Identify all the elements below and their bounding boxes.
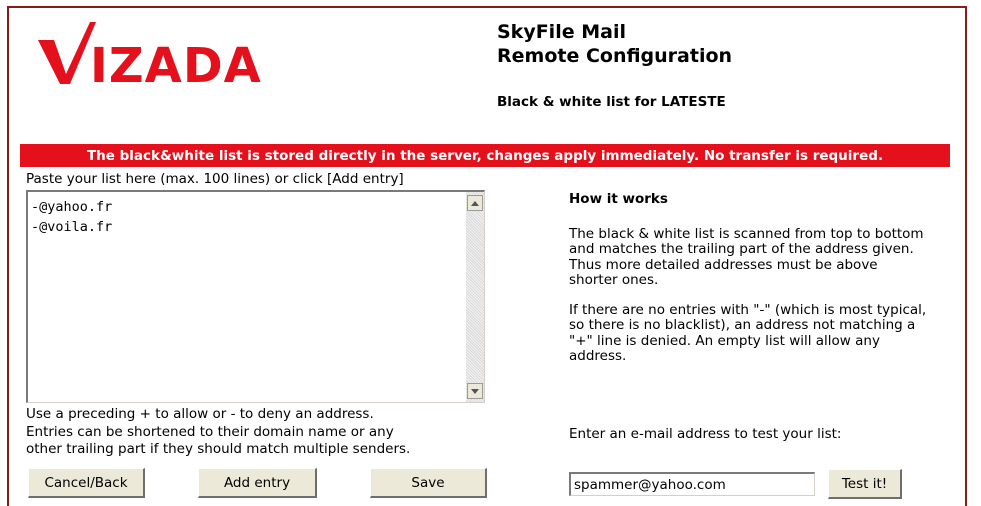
- scroll-up-button[interactable]: [467, 195, 483, 211]
- notice-bar: The black&white list is stored directly …: [20, 144, 950, 167]
- test-label: Enter an e-mail address to test your lis…: [569, 426, 842, 442]
- vizada-logo: IZADA: [32, 18, 282, 94]
- scrollbar[interactable]: [466, 192, 484, 402]
- how-it-works-paragraph: The black & white list is scanned from t…: [569, 226, 924, 288]
- add-entry-button[interactable]: Add entry: [198, 468, 317, 498]
- how-it-works-title: How it works: [569, 191, 668, 207]
- save-button[interactable]: Save: [370, 468, 487, 498]
- help-line: Entries can be shortened to their domain…: [26, 423, 394, 440]
- app-title-line2: Remote Configuration: [497, 45, 733, 67]
- list-content: -@yahoo.fr -@voila.fr: [31, 197, 112, 237]
- how-it-works-paragraph: If there are no entries with "-" (which …: [569, 302, 927, 365]
- help-line: Use a preceding + to allow or - to deny …: [26, 406, 374, 422]
- how-it-works-text: The black & white list is scanned from t…: [569, 226, 929, 379]
- list-line: -@voila.fr: [31, 219, 113, 235]
- cancel-back-button[interactable]: Cancel/Back: [28, 468, 145, 498]
- logo-graphic: IZADA: [38, 22, 262, 94]
- help-line: other trailing part if they should match…: [26, 441, 411, 457]
- app-title-line1: SkyFile Mail: [497, 21, 626, 43]
- list-help-text: Use a preceding + to allow or - to deny …: [26, 406, 410, 459]
- list-line: -@yahoo.fr: [31, 199, 113, 215]
- logo-text: IZADA: [90, 38, 262, 90]
- arrow-down-icon: [471, 388, 479, 394]
- test-it-button[interactable]: Test it!: [828, 469, 902, 499]
- list-title: Black & white list for LATESTE: [497, 94, 726, 110]
- test-email-input[interactable]: [569, 472, 815, 496]
- list-label: Paste your list here (max. 100 lines) or…: [26, 171, 404, 187]
- arrow-up-icon: [471, 200, 479, 206]
- scroll-down-button[interactable]: [467, 383, 483, 399]
- list-textarea[interactable]: -@yahoo.fr -@voila.fr: [26, 190, 485, 403]
- app-title: SkyFile Mail Remote Configuration: [497, 20, 732, 68]
